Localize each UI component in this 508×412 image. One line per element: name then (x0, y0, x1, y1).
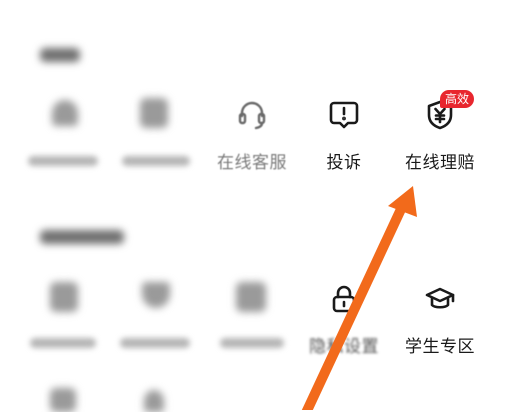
annotation-arrow (301, 186, 417, 410)
